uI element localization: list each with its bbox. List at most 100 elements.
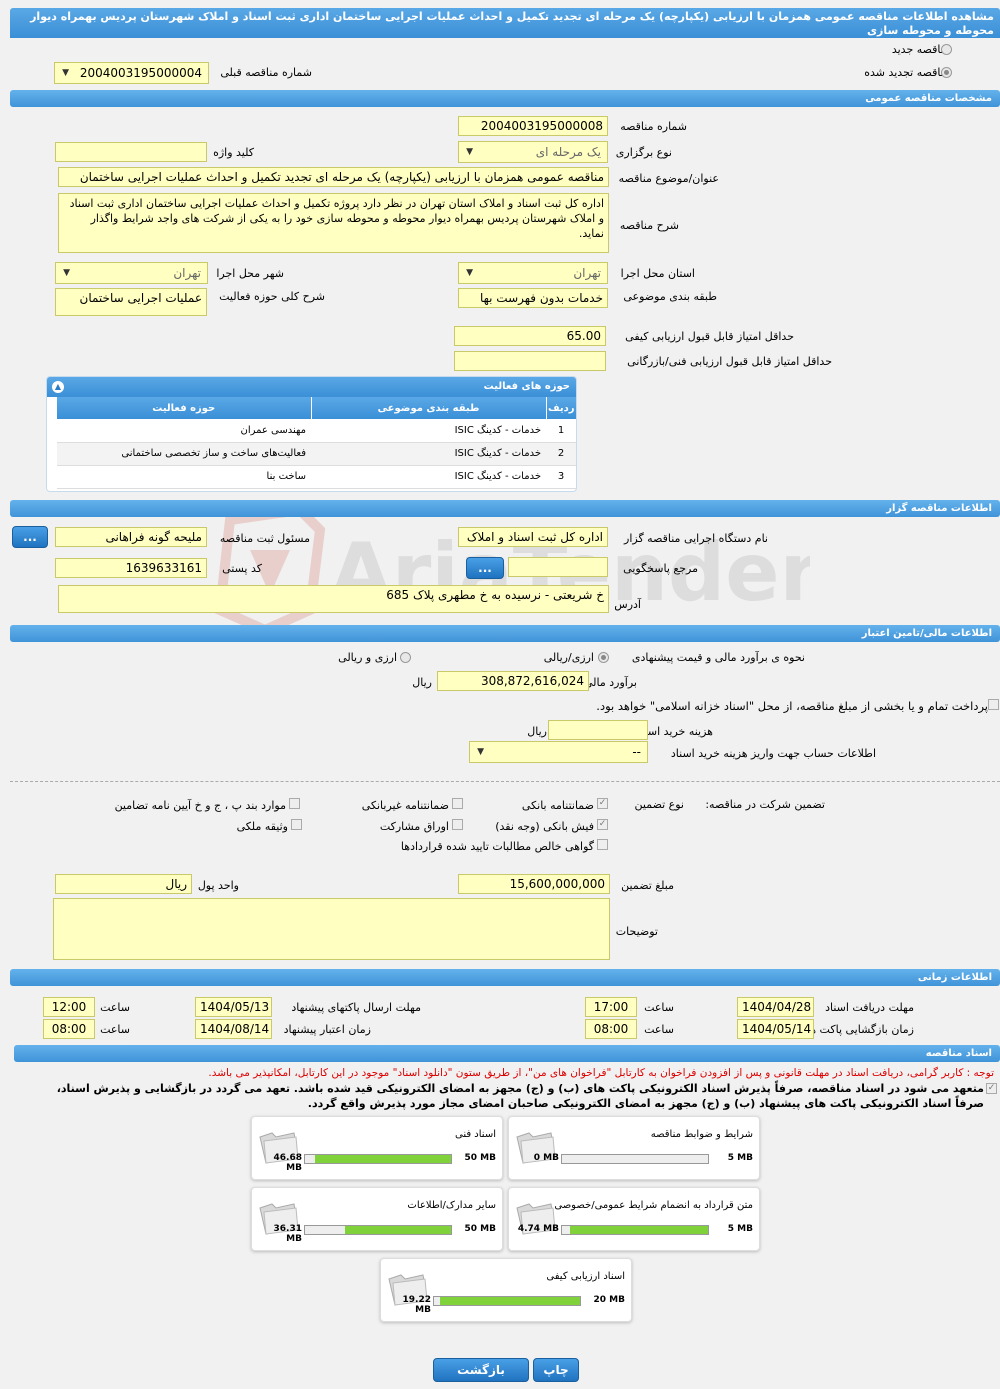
send-date-field: 1404/05/13 [195,997,272,1017]
org-field: اداره کل ثبت اسناد و املاک [458,527,608,547]
city-label: شهر محل اجرا [216,267,284,280]
file-size-bar-fill [439,1297,580,1305]
file-size-bar [433,1296,581,1306]
cell-activity: مهندسی عمران [56,419,311,443]
commitment-checkbox[interactable]: ✓ [986,1083,997,1094]
responsible-label: مسئول ثبت مناقصه [219,532,310,545]
download-notice: توجه : کاربر گرامی، دریافت اسناد در مهلت… [208,1067,994,1079]
prev-number-label: شماره مناقصه قبلی [220,66,312,79]
quality-score-label: حداقل امتیاز قابل قبول ارزیابی کیفی [625,330,794,343]
file-size-bar-fill [314,1155,451,1163]
cell-row: 1 [546,419,576,443]
cell-row: 2 [546,442,576,466]
cell-category: خدمات - کدینگ ISIC [311,419,546,443]
page-title: مشاهده اطلاعات مناقصه عمومی همزمان با ار… [10,8,1000,38]
bonds-checkbox[interactable] [452,819,463,830]
bank-receipt-checkbox[interactable]: ✓ [597,819,608,830]
estimate-currency-label: ریال [412,676,432,689]
commitment-line-2: صرفاً اسناد الکترونیکی پاکت های پیشنهاد … [307,1097,984,1110]
org-label: نام دستگاه اجرایی مناقصه گزار [624,532,768,545]
postal-code-field: 1639633161 [55,558,207,578]
file-name: اسناد ارزیابی کیفی [546,1271,625,1282]
nonbank-guarantee-checkbox[interactable] [452,798,463,809]
guarantee-amount-label: مبلغ تضمین [621,879,674,892]
file-card[interactable]: اسناد ارزیابی کیفی 20 MB 19.22 MB [380,1258,632,1322]
file-card[interactable]: متن قرارداد به انضمام شرایط عمومی/خصوصی 5… [508,1187,760,1251]
keyword-field[interactable] [55,142,207,162]
method-option-1-radio[interactable] [598,652,609,663]
type-label: نوع برگزاری [615,146,672,159]
city-select[interactable]: تهران ▼ [55,262,208,284]
table-row: 1 خدمات - کدینگ ISIC مهندسی عمران [56,419,576,443]
doc-cost-currency-label: ریال [527,725,547,738]
tender-number-field: 2004003195000008 [458,116,608,136]
city-value: تهران [173,266,201,280]
opening-time-field: 08:00 [585,1019,637,1039]
file-size-bar-fill [344,1226,451,1234]
category-field: خدمات بدون فهرست بها [458,288,608,308]
bank-guarantee-label: ضمانتنامه بانکی [521,799,594,812]
cell-activity: ساخت بنا [56,465,311,489]
commitment-line-1: متعهد می شود در اسناد مناقصه، صرفاً پذیر… [56,1082,984,1095]
file-name: شرایط و ضوابط مناقصه [650,1129,753,1140]
receivables-checkbox[interactable] [597,839,608,850]
description-field: اداره کل ثبت اسناد و املاک استان تهران د… [58,193,609,253]
file-current-size: 36.31 MB [273,1224,302,1244]
receive-date-field: 1404/04/28 [737,997,814,1017]
send-time-field: 12:00 [43,997,95,1017]
file-card[interactable]: اسناد فنی 50 MB 46.68 MB [251,1116,503,1180]
responsible-field: ملیحه گونه فراهانی [55,527,207,547]
estimate-label: برآورد مالی [584,676,637,689]
property-collateral-label: وثیقه ملکی [236,820,288,833]
chevron-down-icon: ▼ [62,68,69,78]
section-organizer: اطلاعات مناقصه گزار [10,500,1000,517]
file-size-bar-fill [569,1226,708,1234]
regulation-items-checkbox[interactable] [289,798,300,809]
address-field: خ شریعتی - نرسیده به خ مطهری پلاک 685 [58,585,609,613]
col-row: ردیف [545,397,576,419]
file-name: اسناد فنی [455,1129,496,1140]
file-card[interactable]: شرایط و ضوابط مناقصه 5 MB 0 MB [508,1116,760,1180]
file-card[interactable]: سایر مدارک/اطلاعات 50 MB 36.31 MB [251,1187,503,1251]
file-size-bar [304,1154,452,1164]
postal-code-label: کد پستی [222,562,262,575]
type-select[interactable]: یک مرحله ای ▼ [458,141,608,163]
file-current-size: 0 MB [533,1153,559,1163]
tech-score-label: حداقل امتیاز قابل قبول ارزیابی فنی/بازرگ… [627,355,832,368]
back-button[interactable]: بازگشت [433,1358,529,1382]
section-finance: اطلاعات مالی/تامین اعتبار [10,625,1000,642]
validity-hour-label: ساعت [100,1023,130,1036]
province-value: تهران [573,266,601,280]
file-max-size: 5 MB [727,1224,753,1234]
collapse-icon[interactable]: ▲ [52,381,64,393]
activity-panel: حوزه های فعالیت ▲ ردیف طبقه بندی موضوعی … [46,376,577,492]
print-button[interactable]: چاپ [533,1358,579,1382]
property-collateral-checkbox[interactable] [291,819,302,830]
file-current-size: 46.68 MB [273,1153,302,1173]
guarantee-label: تضمین شرکت در مناقصه: [705,798,825,811]
cell-row: 3 [546,465,576,489]
province-label: استان محل اجرا [620,267,695,280]
cell-category: خدمات - کدینگ ISIC [311,442,546,466]
treasury-checkbox[interactable] [988,699,999,710]
reference-lookup-button[interactable]: ... [466,557,504,579]
section-time: اطلاعات زمانی [10,969,1000,986]
account-value: -- [632,745,641,759]
validity-date-field: 1404/08/14 [195,1019,272,1039]
prev-number-select[interactable]: 2004003195000004 ▼ [54,62,209,84]
bank-guarantee-checkbox[interactable]: ✓ [597,798,608,809]
province-select[interactable]: تهران ▼ [458,262,608,284]
renewed-tender-radio[interactable] [941,67,952,78]
org-lookup-button[interactable]: ... [12,526,48,548]
account-select[interactable]: -- ▼ [469,741,648,763]
type-value: یک مرحله ای [535,145,601,159]
bonds-label: اوراق مشارکت [379,820,449,833]
method-option-2-radio[interactable] [400,652,411,663]
opening-label: زمان بازگشایی پاکت ها [806,1023,914,1036]
notes-label: توضیحات [615,925,658,938]
section-docs: اسناد مناقصه [14,1045,1000,1062]
currency-unit-field: ریال [55,874,192,894]
prev-number-value: 2004003195000004 [79,66,202,80]
new-tender-radio[interactable] [941,44,952,55]
regulation-items-label: موارد بند پ ، ج و خ آیین نامه تضامین [114,799,286,812]
